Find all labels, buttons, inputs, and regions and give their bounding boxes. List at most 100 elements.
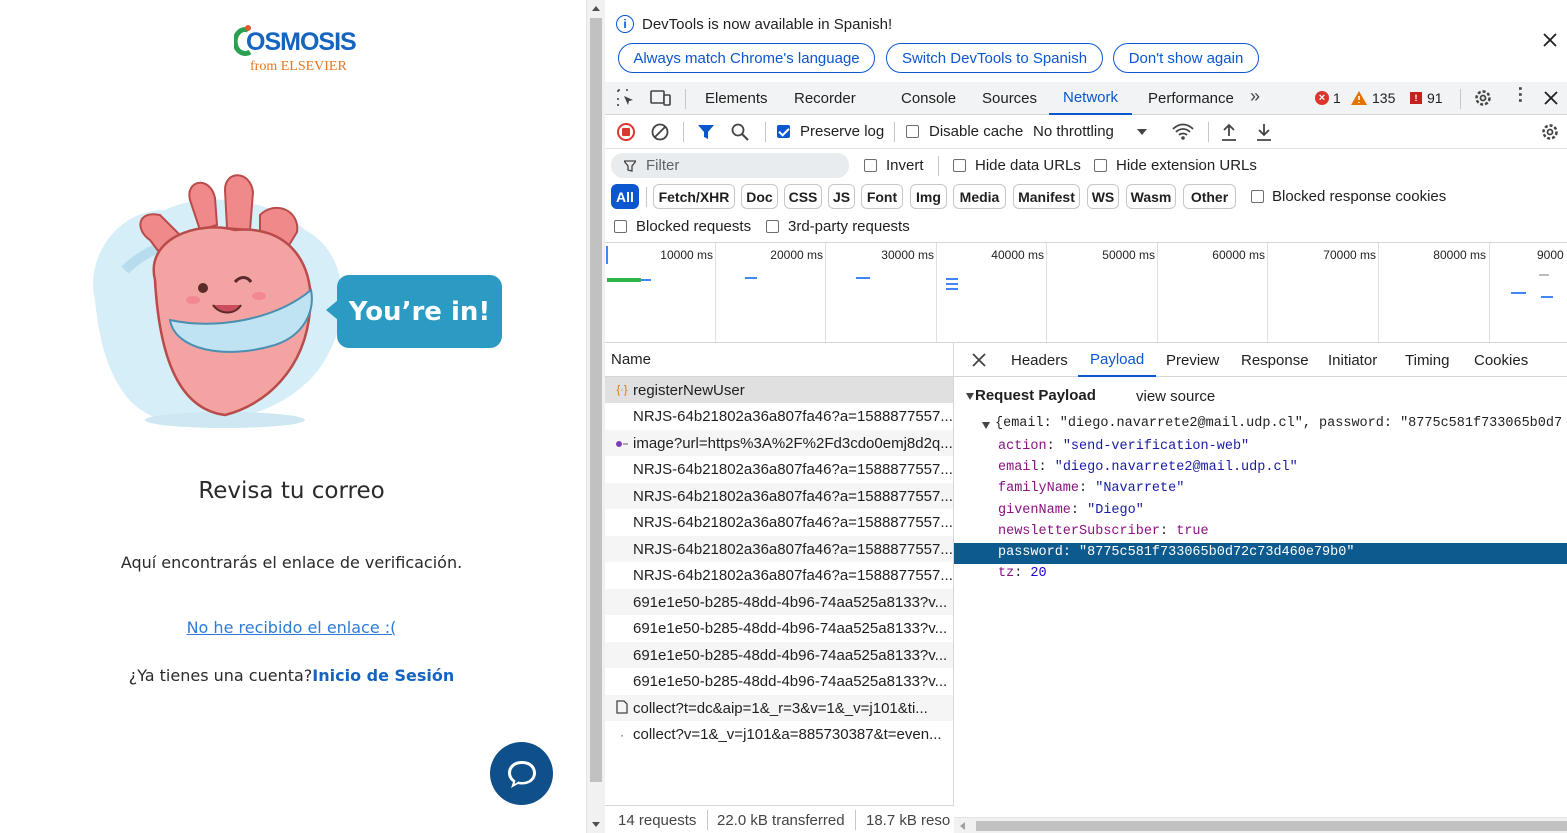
payload-field[interactable]: action: "send-verification-web" — [954, 437, 1567, 458]
scrollbar-thumb[interactable] — [590, 18, 602, 782]
request-row[interactable]: · collect?v=1&_v=j101&a=885730387&t=even.… — [605, 721, 953, 748]
filter-input-box[interactable]: Filter — [611, 153, 849, 178]
tab-sources[interactable]: Sources — [982, 82, 1037, 114]
type-filter-other[interactable]: Other — [1183, 184, 1236, 209]
warning-icon[interactable] — [1351, 91, 1367, 105]
type-filter-fetch-xhr[interactable]: Fetch/XHR — [653, 184, 735, 209]
switch-to-spanish-button[interactable]: Switch DevTools to Spanish — [886, 43, 1103, 73]
close-devtools-icon[interactable] — [1544, 91, 1558, 105]
tab-elements[interactable]: Elements — [705, 82, 768, 114]
name-column-header[interactable]: Name — [605, 343, 953, 377]
request-row[interactable]: image?url=https%3A%2F%2Fd3cdo0emj8d2q... — [605, 430, 953, 456]
payload-field[interactable]: email: "diego.navarrete2@mail.udp.cl" — [954, 458, 1567, 479]
device-toolbar-icon[interactable] — [650, 88, 672, 108]
request-row-selected[interactable]: {·} registerNewUser — [605, 377, 953, 403]
disable-cache-checkbox[interactable] — [906, 125, 919, 138]
tab-performance[interactable]: Performance — [1148, 82, 1234, 114]
request-row[interactable]: collect?t=dc&aip=1&_r=3&v=1&_v=j101&ti..… — [605, 695, 953, 721]
type-filter-ws[interactable]: WS — [1087, 184, 1119, 209]
warning-count[interactable]: 135 — [1372, 90, 1395, 106]
timeline-overview[interactable] — [605, 242, 1567, 343]
detail-tab-headers[interactable]: Headers — [1011, 343, 1068, 377]
resend-link[interactable]: No he recibido el enlace :( — [0, 618, 583, 637]
clear-icon[interactable] — [651, 123, 669, 141]
always-match-language-button[interactable]: Always match Chrome's language — [618, 43, 875, 73]
tab-network[interactable]: Network — [1049, 82, 1133, 115]
scroll-down-arrow[interactable] — [592, 822, 600, 827]
detail-tab-payload[interactable]: Payload — [1078, 343, 1157, 377]
chat-button[interactable] — [490, 742, 553, 805]
issues-icon[interactable]: ! — [1410, 92, 1422, 104]
payload-field[interactable]: familyName: "Navarrete" — [954, 479, 1567, 500]
type-filter-doc[interactable]: Doc — [741, 184, 778, 209]
close-banner-icon[interactable] — [1543, 33, 1557, 47]
throttling-select[interactable]: No throttling — [1033, 123, 1114, 140]
hscroll-thumb[interactable] — [976, 821, 1567, 831]
issues-count[interactable]: 91 — [1427, 90, 1443, 106]
tab-recorder[interactable]: Recorder — [794, 82, 856, 114]
type-filter-img[interactable]: Img — [910, 184, 947, 209]
detail-tab-timing[interactable]: Timing — [1405, 343, 1449, 377]
type-filter-all[interactable]: All — [611, 184, 639, 209]
hide-data-urls-checkbox[interactable] — [953, 159, 966, 172]
detail-tab-preview[interactable]: Preview — [1166, 343, 1219, 377]
type-filter-wasm[interactable]: Wasm — [1126, 184, 1176, 209]
payload-section-header[interactable]: Request Payload view source — [963, 386, 1563, 408]
type-filter-js[interactable]: JS — [828, 184, 855, 209]
type-filter-css[interactable]: CSS — [784, 184, 822, 209]
verification-message: Aquí encontrarás el enlace de verificaci… — [120, 553, 463, 572]
detail-tab-initiator[interactable]: Initiator — [1328, 343, 1377, 377]
request-row[interactable]: 691e1e50-b285-48dd-4b96-74aa525a8133?v..… — [605, 589, 953, 615]
request-row[interactable]: 691e1e50-b285-48dd-4b96-74aa525a8133?v..… — [605, 642, 953, 668]
page-scrollbar[interactable] — [586, 0, 605, 833]
dont-show-again-button[interactable]: Don't show again — [1113, 43, 1259, 73]
preserve-log-checkbox[interactable] — [777, 125, 790, 138]
type-filter-font[interactable]: Font — [861, 184, 903, 209]
throttling-chevron-down-icon[interactable] — [1137, 129, 1147, 135]
invert-checkbox[interactable] — [864, 159, 877, 172]
payload-field[interactable]: newsletterSubscriber: true — [954, 522, 1567, 543]
scroll-up-arrow[interactable] — [592, 6, 600, 11]
detail-horizontal-scrollbar[interactable] — [954, 817, 1567, 833]
payload-expand-triangle-icon[interactable] — [982, 422, 990, 429]
import-har-icon[interactable] — [1221, 123, 1237, 141]
hscroll-left-arrow[interactable] — [960, 822, 965, 830]
request-row[interactable]: NRJS-64b21802a36a807fa46?a=1588877557... — [605, 536, 953, 562]
close-detail-icon[interactable] — [972, 353, 986, 367]
inspect-element-icon[interactable] — [616, 88, 636, 108]
hide-extension-urls-checkbox[interactable] — [1094, 159, 1107, 172]
blocked-requests-checkbox[interactable] — [614, 220, 627, 233]
type-filter-manifest[interactable]: Manifest — [1013, 184, 1080, 209]
request-row[interactable]: NRJS-64b21802a36a807fa46?a=1588877557... — [605, 483, 953, 509]
record-stop-icon[interactable] — [617, 123, 635, 141]
request-row[interactable]: 691e1e50-b285-48dd-4b96-74aa525a8133?v..… — [605, 668, 953, 695]
view-source-link[interactable]: view source — [1136, 388, 1215, 405]
network-settings-gear-icon[interactable] — [1541, 123, 1559, 141]
detail-tab-cookies[interactable]: Cookies — [1474, 343, 1528, 377]
error-count[interactable]: 1 — [1333, 90, 1341, 106]
blocked-response-cookies-checkbox[interactable] — [1251, 190, 1264, 203]
request-row[interactable]: 691e1e50-b285-48dd-4b96-74aa525a8133?v..… — [605, 615, 953, 642]
search-icon[interactable] — [731, 123, 749, 141]
request-row[interactable]: NRJS-64b21802a36a807fa46?a=1588877557... — [605, 403, 953, 430]
payload-field[interactable]: tz: 20 — [954, 564, 1567, 585]
payload-field-selected[interactable]: password: "8775c581f733065b0d72c73d460e7… — [954, 543, 1567, 564]
request-row[interactable]: NRJS-64b21802a36a807fa46?a=1588877557... — [605, 562, 953, 589]
export-har-icon[interactable] — [1256, 123, 1272, 141]
detail-tab-response[interactable]: Response — [1241, 343, 1309, 377]
more-options-icon[interactable]: ··· — [1510, 86, 1530, 104]
more-tabs-icon[interactable]: » — [1250, 86, 1260, 107]
login-link[interactable]: Inicio de Sesión — [312, 666, 454, 685]
osmosis-logo[interactable]: OSMOSIS from ELSEVIER — [234, 22, 357, 74]
settings-gear-icon[interactable] — [1474, 89, 1492, 107]
tab-console[interactable]: Console — [901, 82, 956, 114]
third-party-requests-checkbox[interactable] — [766, 220, 779, 233]
error-icon[interactable]: × — [1315, 91, 1329, 105]
request-row[interactable]: NRJS-64b21802a36a807fa46?a=1588877557... — [605, 509, 953, 536]
filter-funnel-icon[interactable] — [697, 123, 715, 141]
network-conditions-wifi-icon[interactable] — [1172, 123, 1194, 141]
request-row[interactable]: NRJS-64b21802a36a807fa46?a=1588877557... — [605, 456, 953, 483]
payload-field[interactable]: givenName: "Diego" — [954, 501, 1567, 522]
payload-value: "diego.navarrete2@mail.udp.cl" — [1054, 460, 1298, 476]
type-filter-media[interactable]: Media — [953, 184, 1006, 209]
